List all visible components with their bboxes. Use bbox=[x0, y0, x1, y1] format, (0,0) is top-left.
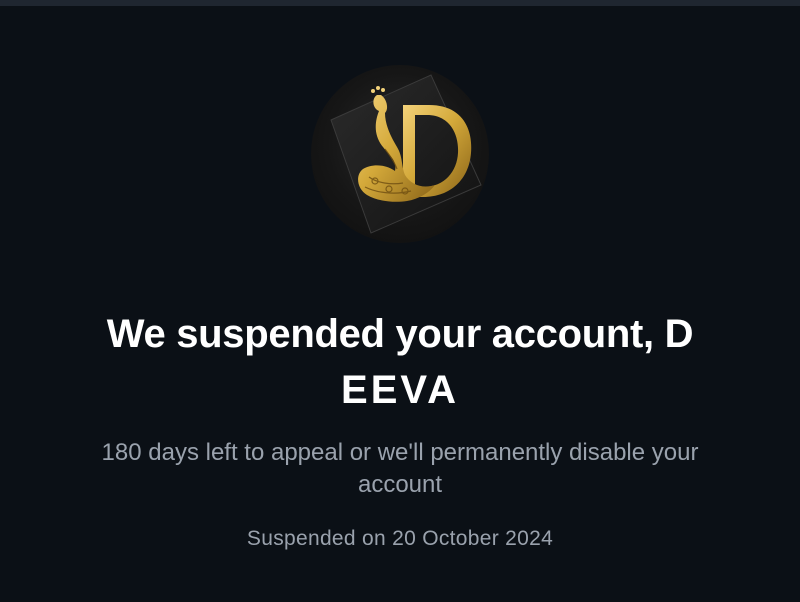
suspension-title-line1: We suspended your account, D bbox=[106, 312, 694, 356]
suspension-title-line2: EEVA bbox=[341, 368, 459, 412]
suspension-screen: We suspended your account, D EEVA 180 da… bbox=[0, 0, 800, 602]
appeal-message: 180 days left to appeal or we'll permane… bbox=[101, 439, 699, 498]
suspension-title: We suspended your account, D EEVA bbox=[40, 306, 760, 418]
profile-avatar bbox=[311, 65, 489, 243]
peacock-monogram-d-logo-icon bbox=[330, 74, 482, 234]
suspended-date: Suspended on 20 October 2024 bbox=[246, 527, 554, 550]
top-divider bbox=[0, 0, 800, 6]
